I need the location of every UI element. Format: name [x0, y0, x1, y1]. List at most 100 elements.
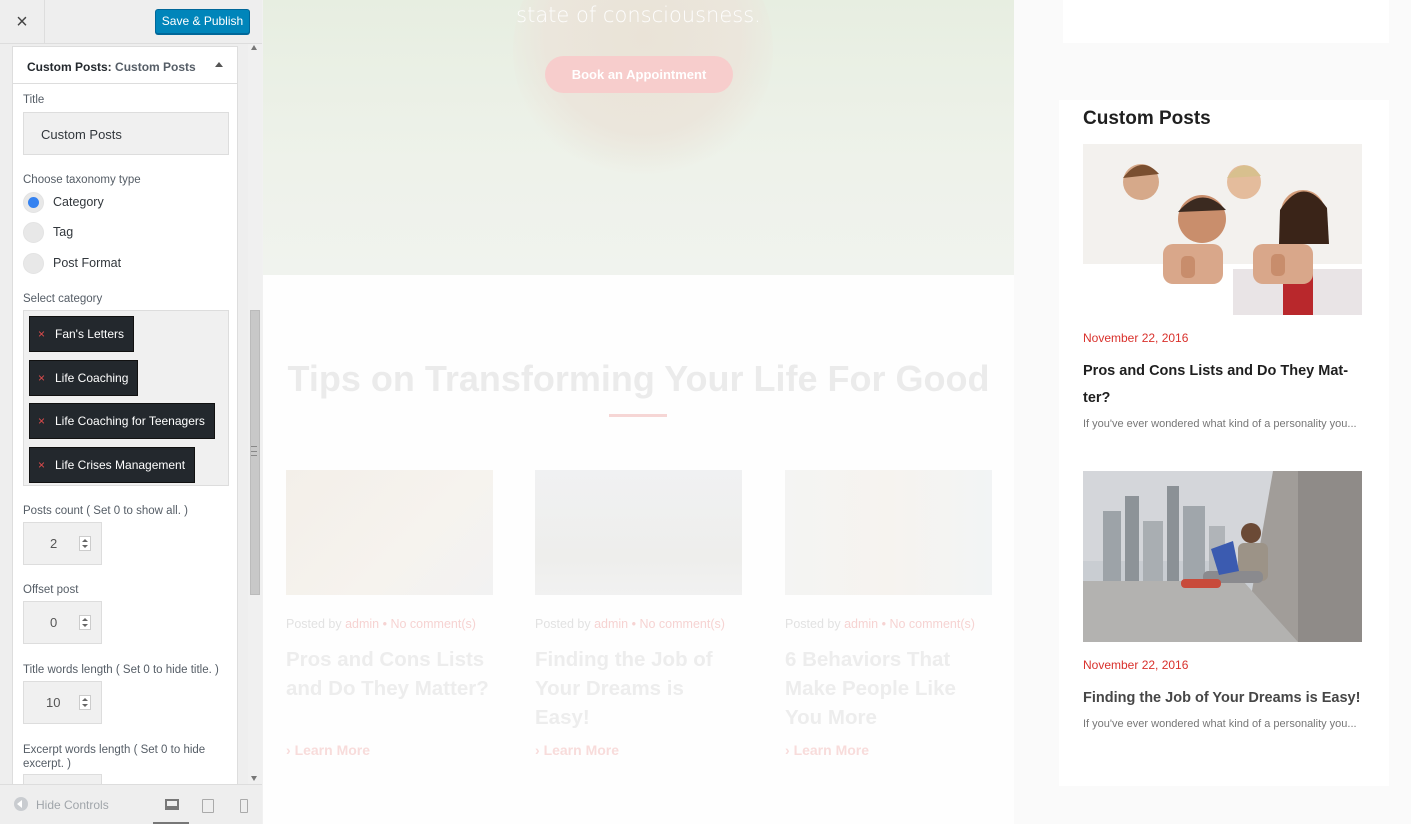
title-words-value: 10	[46, 695, 61, 710]
post-card: Posted by admin • No comment(s) Finding …	[535, 470, 742, 758]
comments-link[interactable]: No comment(s)	[889, 617, 974, 631]
excerpt-input[interactable]	[23, 774, 102, 784]
post-title[interactable]: Finding the Job of Your Dreams is Easy!	[535, 645, 742, 732]
post-meta: Posted by admin • No comment(s)	[535, 617, 742, 631]
hero-banner: state of consciousness. Book an Appointm…	[263, 0, 1014, 275]
post-meta: Posted by admin • No comment(s)	[785, 617, 992, 631]
category-label: Select category	[23, 293, 103, 305]
remove-icon[interactable]: ×	[38, 317, 45, 351]
posted-by: Posted by	[535, 617, 591, 631]
save-publish-button[interactable]: Save & Publish	[155, 9, 250, 34]
widget-title-prefix: Custom Posts:	[27, 60, 112, 74]
radio-category[interactable]: Category	[23, 192, 223, 214]
title-input[interactable]: Custom Posts	[23, 112, 229, 155]
excerpt-label: Excerpt words length ( Set 0 to hide exc…	[23, 744, 206, 770]
radio-label: Post Format	[53, 256, 122, 270]
hide-controls-label: Hide Controls	[36, 798, 109, 812]
post-thumbnail[interactable]	[1083, 144, 1362, 315]
close-icon[interactable]: ×	[0, 0, 45, 44]
post-title[interactable]: 6 Behaviors That Make People Like You Mo…	[785, 645, 992, 732]
title-words-label: Title words length ( Set 0 to hide title…	[23, 664, 219, 676]
offset-value: 0	[50, 615, 58, 630]
remove-icon[interactable]: ×	[38, 404, 45, 438]
custom-posts-widget: Custom Posts November 22, 2016 Pros and …	[1059, 100, 1389, 786]
widget-header[interactable]: Custom Posts: Custom Posts	[12, 46, 238, 84]
widget-heading: Custom Posts	[1083, 108, 1211, 129]
scroll-up-icon[interactable]	[251, 45, 257, 50]
post-title[interactable]: Pros and Cons Lists and Do They Matter?	[286, 645, 493, 703]
post-meta: Posted by admin • No comment(s)	[286, 617, 493, 631]
learn-more-link[interactable]: › Learn More	[785, 742, 869, 758]
hero-text: state of consciousness.	[516, 3, 761, 27]
title-label: Title	[23, 94, 45, 106]
scroll-down-icon[interactable]	[251, 776, 257, 781]
posts-count-input[interactable]: 2	[23, 522, 102, 565]
widget-form: Title Custom Posts Choose taxonomy type …	[12, 84, 238, 784]
chevron-right-icon: ›	[535, 742, 540, 758]
radio-button[interactable]	[23, 253, 44, 274]
title-words-input[interactable]: 10	[23, 681, 102, 724]
customizer-footer: Hide Controls	[0, 784, 262, 824]
title-divider	[609, 414, 667, 417]
comments-link[interactable]: No comment(s)	[639, 617, 724, 631]
tablet-device-icon[interactable]	[202, 799, 214, 813]
posts-count-value: 2	[50, 536, 58, 551]
post-title-link[interactable]: Pros and Cons Lists and Do They Mat-ter?	[1083, 358, 1362, 412]
hide-controls-button[interactable]: Hide Controls	[14, 797, 109, 812]
spinner-icon[interactable]	[79, 615, 91, 630]
comments-link[interactable]: No comment(s)	[390, 617, 475, 631]
desktop-device-icon[interactable]	[165, 799, 179, 810]
learn-more-label: Learn More	[294, 742, 371, 758]
widget-title-sub: Custom Posts	[115, 60, 196, 74]
category-tag-label: Life Coaching	[55, 371, 129, 385]
post-excerpt: If you've ever wondered what kind of a p…	[1083, 718, 1357, 730]
spinner-icon[interactable]	[79, 695, 91, 710]
offset-label: Offset post	[23, 584, 79, 596]
sidebar-top-widget	[1063, 0, 1389, 43]
post-date: November 22, 2016	[1083, 331, 1189, 345]
mobile-device-icon[interactable]	[240, 799, 248, 813]
radio-button[interactable]	[23, 192, 44, 213]
radio-button[interactable]	[23, 222, 44, 243]
widget-title: Custom Posts: Custom Posts	[27, 60, 196, 74]
controls-scrollbar[interactable]	[248, 44, 262, 784]
chevron-right-icon: ›	[785, 742, 790, 758]
category-tag: × Fan's Letters	[29, 316, 134, 352]
learn-more-link[interactable]: › Learn More	[535, 742, 619, 758]
category-select[interactable]: × Fan's Letters × Life Coaching × Life C…	[23, 310, 229, 486]
posts-count-label: Posts count ( Set 0 to show all. )	[23, 505, 188, 517]
offset-input[interactable]: 0	[23, 601, 102, 644]
remove-icon[interactable]: ×	[38, 361, 45, 395]
post-thumbnail[interactable]	[785, 470, 992, 595]
family-photo	[1083, 144, 1362, 315]
radio-post-format[interactable]: Post Format	[23, 253, 223, 275]
remove-icon[interactable]: ×	[38, 448, 45, 482]
post-date: November 22, 2016	[1083, 658, 1189, 672]
collapse-caret-icon[interactable]	[215, 62, 223, 67]
customizer-controls-panel: × Save & Publish Custom Posts: Custom Po…	[0, 0, 262, 824]
post-card: Posted by admin • No comment(s) Pros and…	[286, 470, 493, 758]
resize-grip-icon[interactable]	[251, 446, 257, 456]
post-thumbnail[interactable]	[286, 470, 493, 595]
category-tag-label: Fan's Letters	[55, 327, 124, 341]
learn-more-label: Learn More	[793, 742, 870, 758]
author-link[interactable]: admin	[345, 617, 379, 631]
widget-post: November 22, 2016 Pros and Cons Lists an…	[1083, 144, 1362, 430]
customizer-header: × Save & Publish	[0, 0, 262, 44]
post-thumbnail[interactable]	[535, 470, 742, 595]
taxonomy-label: Choose taxonomy type	[23, 174, 141, 186]
collapse-arrow-icon	[14, 797, 28, 811]
author-link[interactable]: admin	[844, 617, 878, 631]
spinner-icon[interactable]	[79, 536, 91, 551]
widget-post: November 22, 2016 Finding the Job of You…	[1083, 471, 1362, 730]
category-tag-label: Life Crises Management	[55, 458, 186, 472]
city-laptop-photo	[1083, 471, 1362, 642]
meta-separator: •	[631, 617, 636, 631]
author-link[interactable]: admin	[594, 617, 628, 631]
learn-more-link[interactable]: › Learn More	[286, 742, 370, 758]
book-appointment-button[interactable]: Book an Appointment	[545, 56, 733, 93]
post-title-link[interactable]: Finding the Job of Your Dreams is Easy!	[1083, 685, 1362, 712]
radio-tag[interactable]: Tag	[23, 222, 223, 244]
category-tag: × Life Coaching	[29, 360, 139, 396]
post-thumbnail[interactable]	[1083, 471, 1362, 642]
